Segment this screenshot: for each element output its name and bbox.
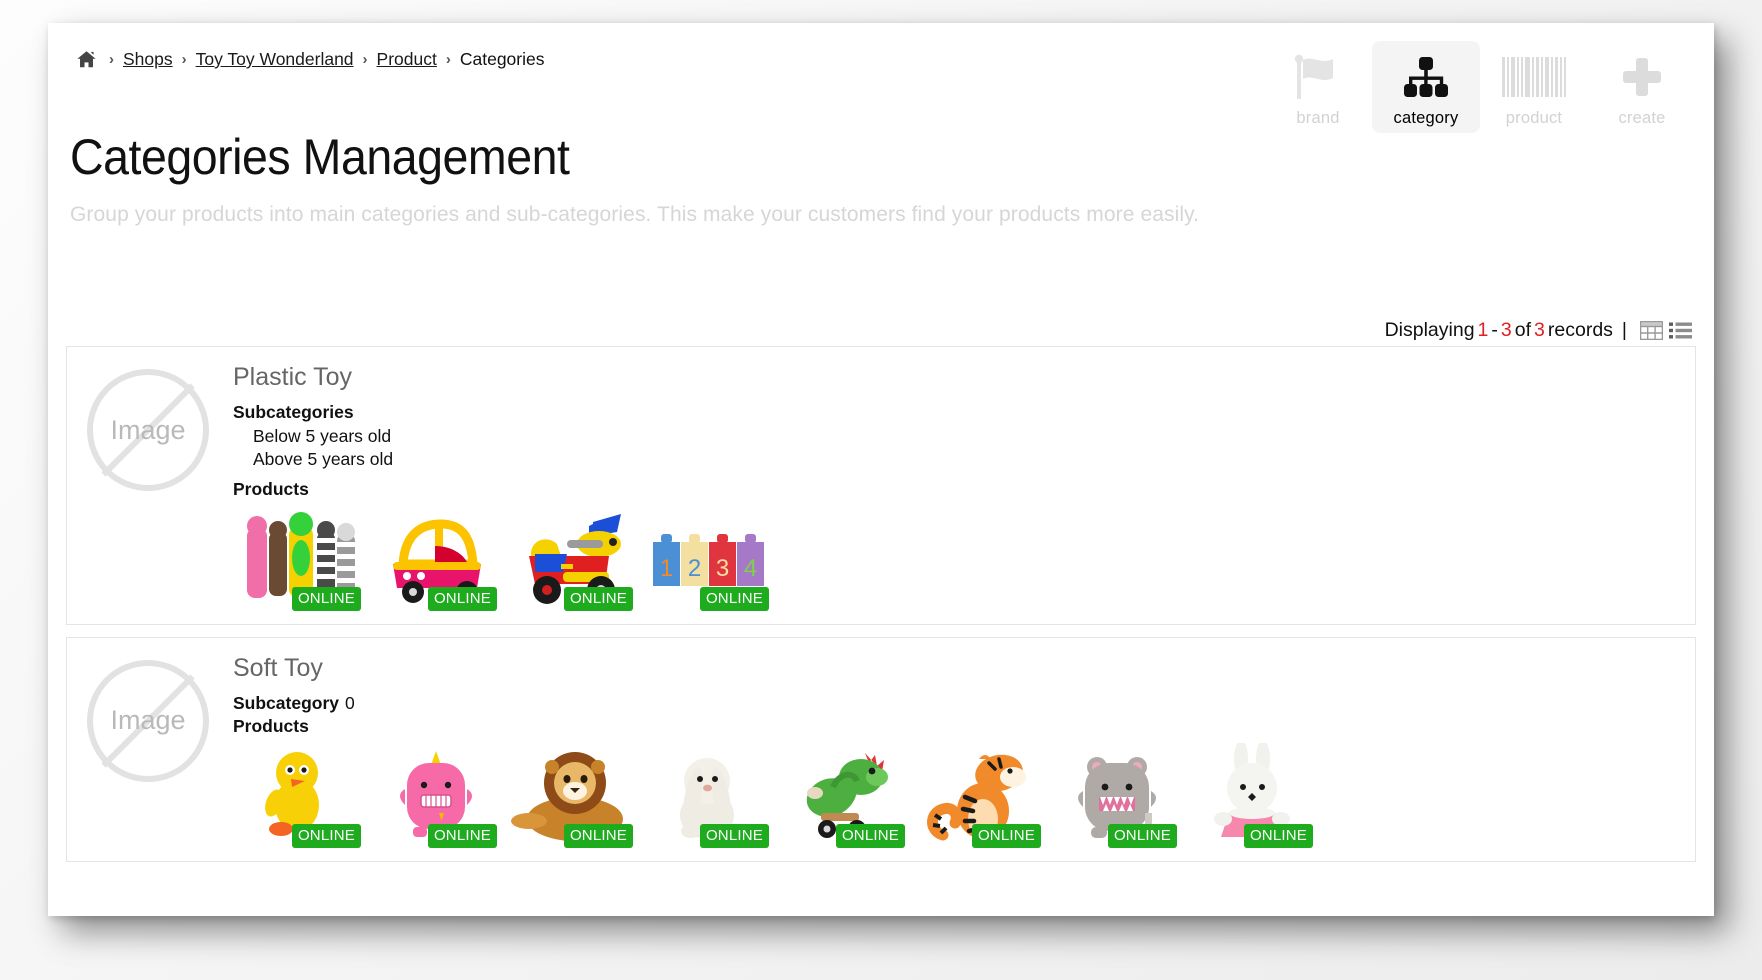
svg-text:3: 3 (716, 555, 729, 582)
category-thumbnail: Image (81, 359, 215, 610)
status-badge: ONLINE (291, 823, 361, 848)
category-card-plastic-toy[interactable]: Image Plastic Toy Subcategories Below 5 … (66, 346, 1696, 625)
subcategory-item[interactable]: Above 5 years old (253, 448, 1681, 471)
breadcrumb: › Shops › Toy Toy Wonderland › Product ›… (76, 49, 545, 70)
plus-icon (1619, 53, 1665, 101)
status-badge: ONLINE (699, 586, 769, 611)
product-thumb-pink-monster-plush[interactable]: ONLINE (369, 742, 503, 848)
displaying-to: 3 (1500, 319, 1512, 341)
status-badge: ONLINE (291, 586, 361, 611)
status-badge: ONLINE (427, 823, 497, 848)
breadcrumb-item-shops[interactable]: Shops (123, 49, 173, 70)
records-summary: Displaying 1 - 3 of 3 records | (1385, 319, 1692, 342)
displaying-from: 1 (1477, 319, 1489, 341)
no-image-label: Image (110, 705, 186, 736)
product-thumb-green-dragon-plush[interactable]: ONLINE (777, 742, 911, 848)
status-badge: ONLINE (427, 586, 497, 611)
top-toolbar: brand category product create (1264, 41, 1696, 133)
status-badge: ONLINE (971, 823, 1041, 848)
product-thumbnails: ONLINE (233, 739, 1681, 848)
breadcrumb-separator-0: › (109, 51, 114, 68)
toolbar-label-create: create (1618, 109, 1666, 127)
displaying-dash: - (1491, 319, 1498, 341)
subcategories-label: Subcategories (233, 402, 354, 422)
status-badge: ONLINE (835, 823, 905, 848)
list-view-icon[interactable] (1669, 321, 1692, 340)
content-panel: › Shops › Toy Toy Wonderland › Product ›… (48, 23, 1714, 916)
svg-text:1: 1 (660, 555, 673, 582)
home-icon[interactable] (76, 50, 97, 69)
breadcrumb-separator-1: › (181, 51, 187, 68)
category-name: Plastic Toy (233, 363, 353, 391)
no-image-icon: Image (87, 659, 209, 782)
toolbar-item-category[interactable]: category (1372, 41, 1480, 133)
product-thumb-yellow-bird-plush[interactable]: ONLINE (233, 742, 367, 848)
subcategory-label: Subcategory 0 (233, 693, 1681, 714)
breadcrumb-separator-2: › (362, 51, 368, 68)
no-image-icon: Image (87, 369, 209, 491)
displaying-pipe: | (1621, 319, 1627, 341)
displaying-total: 3 (1534, 319, 1545, 341)
toolbar-item-product[interactable]: product (1480, 41, 1588, 133)
product-thumb-lion-plush[interactable]: ONLINE (505, 742, 639, 848)
category-card-soft-toy[interactable]: Image Soft Toy Subcategory 0 Products ON… (66, 636, 1696, 862)
app-window: › Shops › Toy Toy Wonderland › Product ›… (0, 0, 1762, 980)
toolbar-label-brand: brand (1296, 109, 1340, 127)
breadcrumb-item-product[interactable]: Product (377, 49, 437, 70)
svg-text:4: 4 (744, 555, 757, 582)
breadcrumb-separator-3: › (445, 51, 451, 68)
product-thumb-white-bunny-plush[interactable]: ONLINE (641, 742, 775, 848)
products-label: Products (233, 478, 309, 499)
product-thumb-tiger-plush[interactable]: ONLINE (913, 742, 1047, 848)
displaying-of: of (1514, 319, 1532, 341)
product-thumb-number-blocks-1234[interactable]: 1 2 3 4 ONLINE (641, 505, 775, 611)
svg-text:2: 2 (688, 555, 701, 582)
toolbar-item-create[interactable]: create (1588, 41, 1696, 133)
page-title: Categories Management (70, 129, 570, 185)
product-thumb-ride-on-coupe-car[interactable]: ONLINE (369, 505, 503, 611)
subcategory-count: 0 (345, 692, 355, 713)
categories-list: Image Plastic Toy Subcategories Below 5 … (66, 346, 1696, 874)
breadcrumb-item-toy-toy-wonderland[interactable]: Toy Toy Wonderland (196, 49, 354, 70)
products-label: Products (233, 715, 309, 736)
status-badge: ONLINE (563, 823, 633, 848)
page-subtitle: Group your products into main categories… (70, 203, 1200, 226)
category-name: Soft Toy (233, 653, 323, 682)
status-badge: ONLINE (1107, 823, 1177, 848)
status-badge: ONLINE (699, 823, 769, 848)
category-details: Plastic Toy Subcategories Below 5 years … (215, 359, 1681, 611)
breadcrumb-item-categories: Categories (459, 49, 545, 69)
subcategory-label-text: Subcategory (233, 692, 339, 713)
status-badge: ONLINE (563, 586, 633, 611)
displaying-prefix: Displaying (1384, 319, 1475, 341)
sitemap-icon (1402, 53, 1450, 101)
product-thumb-plastic-figures-set[interactable]: ONLINE (233, 505, 367, 611)
grid-view-icon[interactable] (1640, 321, 1663, 340)
category-thumbnail: Image (81, 650, 215, 847)
no-image-label: Image (110, 414, 186, 445)
toolbar-label-category: category (1393, 109, 1459, 127)
flag-icon (1293, 53, 1343, 101)
product-thumbnails: ONLINE (233, 505, 1681, 611)
category-details: Soft Toy Subcategory 0 Products ONLINE O… (215, 650, 1681, 848)
toolbar-item-brand[interactable]: brand (1264, 41, 1372, 133)
displaying-suffix: records (1547, 319, 1613, 341)
status-badge: ONLINE (1243, 823, 1313, 848)
subcategory-item[interactable]: Below 5 years old (253, 425, 1681, 448)
toolbar-label-product: product (1505, 109, 1563, 127)
barcode-icon (1502, 53, 1566, 101)
product-thumb-ride-on-motorbike[interactable]: ONLINE (505, 505, 639, 611)
product-thumb-grey-monster-plush[interactable]: ONLINE (1049, 742, 1183, 848)
product-thumb-white-rabbit-pink-dress-plush[interactable]: ONLINE (1185, 739, 1319, 848)
